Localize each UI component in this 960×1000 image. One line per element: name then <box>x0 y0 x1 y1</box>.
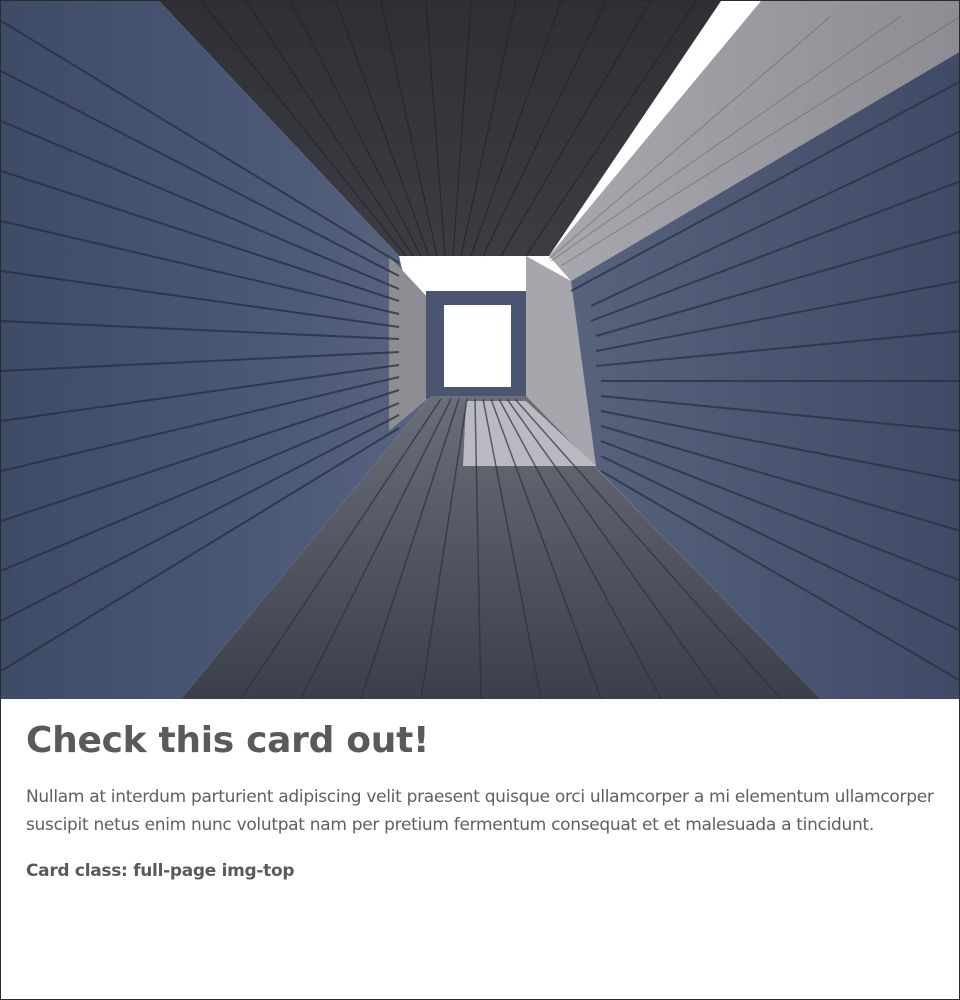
card-image <box>1 1 959 699</box>
card: Check this card out! Nullam at interdum … <box>0 0 960 1000</box>
card-title: Check this card out! <box>26 720 430 761</box>
card-body: Check this card out! Nullam at interdum … <box>1 699 959 999</box>
card-text: Nullam at interdum parturient adipiscing… <box>26 787 934 835</box>
card-class-label: Card class: full-page img-top <box>26 861 295 881</box>
